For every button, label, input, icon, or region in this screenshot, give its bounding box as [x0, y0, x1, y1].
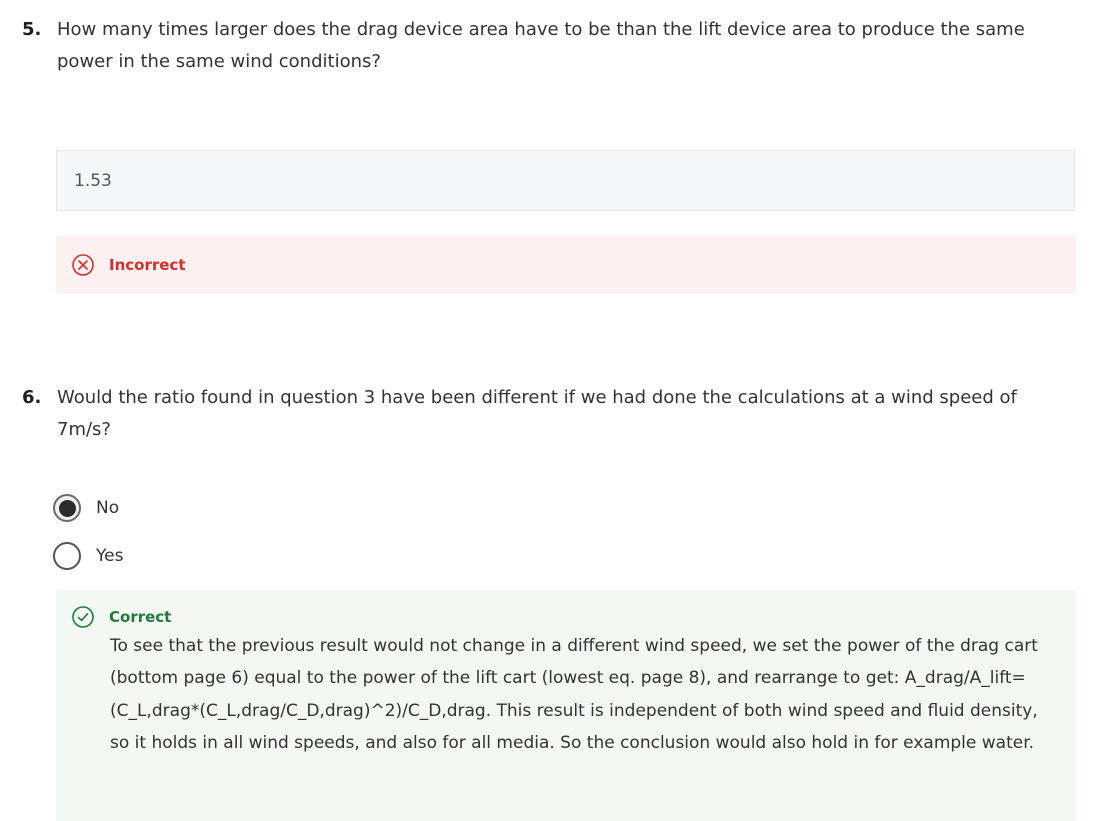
- option-label: Yes: [96, 546, 124, 566]
- answer-input[interactable]: 1.53: [56, 150, 1075, 211]
- question-6: 6. Would the ratio found in question 3 h…: [22, 382, 1068, 446]
- question-5: 5. How many times larger does the drag d…: [22, 14, 1068, 78]
- question-text: Would the ratio found in question 3 have…: [57, 387, 1017, 440]
- radio-option-yes[interactable]: Yes: [53, 542, 123, 570]
- radio-button-selected[interactable]: [53, 494, 81, 522]
- check-circle-icon: [72, 606, 94, 628]
- option-label: No: [96, 498, 120, 518]
- feedback-status: Correct: [109, 608, 172, 626]
- radio-option-no[interactable]: No: [53, 494, 119, 522]
- feedback-explanation: To see that the previous result would no…: [110, 636, 1038, 754]
- feedback-status: Incorrect: [109, 255, 186, 274]
- question-number: 5.: [22, 19, 42, 40]
- feedback-correct: Correct To see that the previous result …: [56, 590, 1076, 821]
- x-circle-icon: [72, 253, 94, 276]
- feedback-incorrect: Incorrect: [56, 235, 1076, 294]
- answer-value: 1.53: [74, 170, 112, 191]
- radio-button[interactable]: [53, 542, 81, 570]
- question-text: How many times larger does the drag devi…: [57, 19, 1025, 72]
- question-number: 6.: [22, 387, 42, 408]
